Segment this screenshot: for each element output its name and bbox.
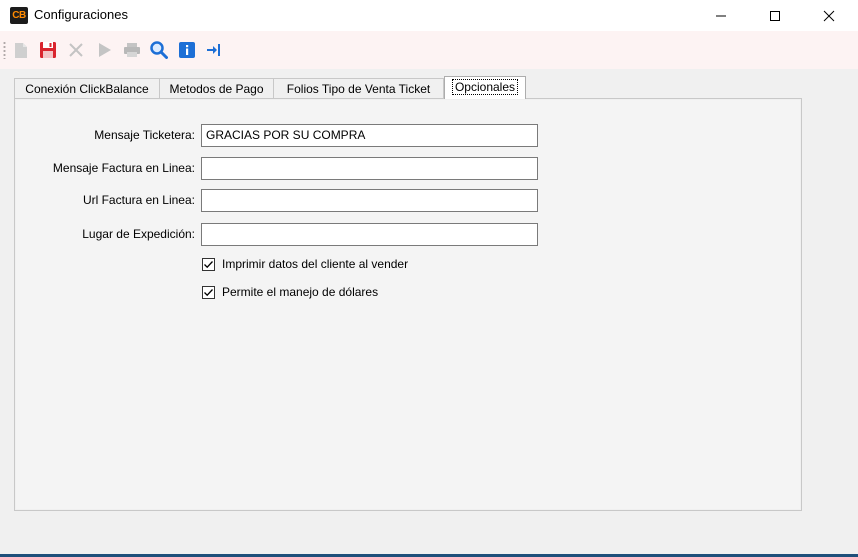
info-button[interactable] (177, 39, 197, 61)
search-button[interactable] (149, 39, 169, 61)
minimize-icon (716, 15, 726, 16)
cancel-x-icon (69, 43, 83, 57)
magnifier-icon (150, 41, 168, 59)
permite-dolares-checkbox-row[interactable]: Permite el manejo de dólares (202, 285, 378, 299)
checkmark-icon (204, 260, 213, 268)
tab-folios-tipo-de-venta-ticket[interactable]: Folios Tipo de Venta Ticket (273, 78, 444, 98)
cancel-button[interactable] (66, 39, 86, 61)
minimize-button[interactable] (698, 0, 744, 31)
tab-label: Opcionales (451, 79, 519, 95)
app-logo: CB (10, 7, 28, 24)
save-button[interactable] (38, 39, 58, 61)
tab-label: Metodos de Pago (169, 82, 264, 96)
run-button[interactable] (94, 39, 114, 61)
tab-opcionales[interactable]: Opcionales (444, 76, 526, 99)
save-icon (40, 42, 56, 58)
lugar-expedicion-input[interactable] (201, 223, 538, 246)
close-button[interactable] (806, 0, 852, 31)
mensaje-ticketera-label: Mensaje Ticketera: (94, 128, 195, 142)
mensaje-ticketera-input[interactable]: GRACIAS POR SU COMPRA (201, 124, 538, 147)
permite-dolares-checkbox[interactable] (202, 285, 215, 299)
tab-conexion-clickbalance[interactable]: Conexión ClickBalance (14, 78, 160, 98)
toolbar (0, 31, 858, 69)
new-button[interactable] (11, 39, 31, 61)
url-factura-input[interactable] (201, 189, 538, 212)
tab-metodos-de-pago[interactable]: Metodos de Pago (159, 78, 274, 98)
mensaje-factura-input[interactable] (201, 157, 538, 180)
url-factura-label: Url Factura en Linea: (82, 193, 195, 207)
imprimir-datos-checkbox-row[interactable]: Imprimir datos del cliente al vender (202, 257, 408, 271)
printer-icon (124, 43, 140, 57)
exit-button[interactable] (204, 39, 224, 61)
checkmark-icon (204, 288, 213, 296)
title-bar: CB Configuraciones (0, 0, 858, 31)
imprimir-datos-label: Imprimir datos del cliente al vender (222, 257, 409, 271)
new-document-icon (15, 42, 27, 58)
print-button[interactable] (122, 39, 142, 61)
close-icon (823, 10, 835, 21)
maximize-button[interactable] (752, 0, 798, 31)
info-icon (179, 42, 195, 58)
imprimir-datos-checkbox[interactable] (202, 257, 215, 271)
maximize-icon (770, 10, 780, 21)
lugar-expedicion-label: Lugar de Expedición: (82, 227, 195, 241)
exit-arrow-icon (207, 44, 220, 56)
permite-dolares-label: Permite el manejo de dólares (222, 285, 379, 299)
mensaje-factura-label: Mensaje Factura en Linea: (52, 161, 195, 175)
tab-label: Conexión ClickBalance (25, 82, 149, 96)
tab-label: Folios Tipo de Venta Ticket (286, 82, 431, 96)
play-icon (99, 43, 111, 57)
window-title: Configuraciones (34, 7, 128, 22)
toolbar-grip[interactable] (3, 41, 6, 59)
